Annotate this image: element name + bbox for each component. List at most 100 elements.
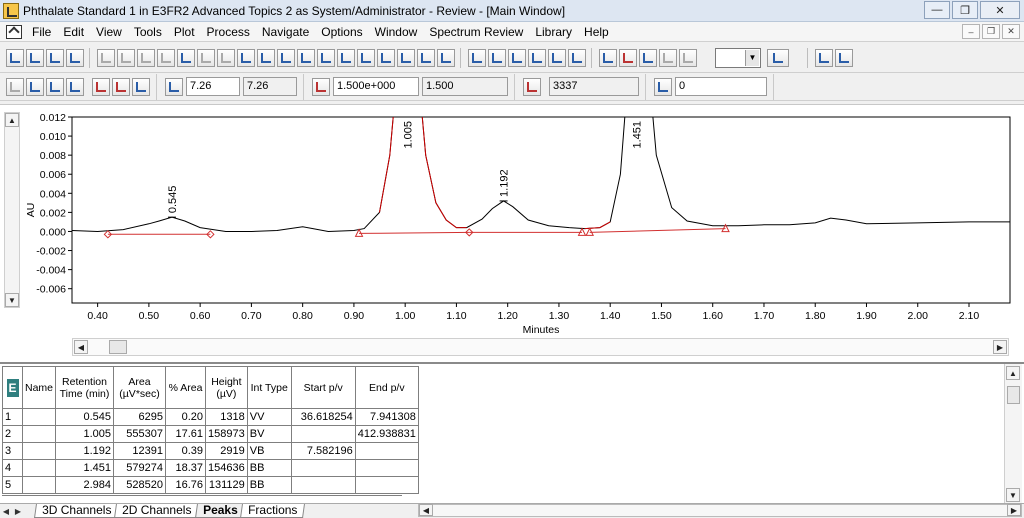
mdi-close-button[interactable]: ✕	[1002, 24, 1020, 39]
menu-view[interactable]: View	[90, 25, 128, 39]
time-max-input[interactable]: 7.26	[186, 77, 240, 96]
refresh-icon[interactable]	[137, 48, 155, 67]
view-result-icon[interactable]	[528, 48, 546, 67]
cell-rt[interactable]: 2.984	[55, 476, 115, 494]
menu-plot[interactable]: Plot	[168, 25, 201, 39]
cell-type[interactable]: BB	[246, 476, 292, 494]
menu-tools[interactable]: Tools	[128, 25, 168, 39]
cell-start[interactable]	[290, 425, 356, 443]
maximize-button[interactable]: ❐	[952, 1, 978, 19]
offset-input[interactable]: 0	[675, 77, 767, 96]
mdi-restore-button[interactable]: ❐	[982, 24, 1000, 39]
col-header-rt[interactable]: Retention Time (min)	[55, 366, 115, 409]
cell-n[interactable]: 4	[2, 459, 23, 477]
col-header-height[interactable]: Height (µV)	[205, 366, 248, 409]
cell-rt[interactable]: 1.451	[55, 459, 115, 477]
cell-area[interactable]: 6295	[113, 408, 167, 426]
plot-labels-icon[interactable]	[46, 77, 64, 96]
col-header-name[interactable]: Name	[21, 366, 57, 409]
col-header-start-pv[interactable]: Start p/v	[290, 366, 356, 409]
view-list-icon[interactable]	[508, 48, 526, 67]
table-row[interactable]: 2 1.005 555307 17.61 158973 BV 412.938831	[2, 425, 419, 443]
cell-n[interactable]: 2	[2, 425, 23, 443]
cell-start[interactable]	[290, 459, 356, 477]
table-row[interactable]: 1 0.545 6295 0.20 1318 VV 36.618254 7.941308	[2, 408, 419, 426]
table-row[interactable]: 3 1.192 12391 0.39 2919 VB 7.582196	[2, 442, 419, 460]
plot-events-icon[interactable]	[132, 77, 150, 96]
col-header-area[interactable]: Area (µV*sec)	[113, 366, 167, 409]
calibrate-icon[interactable]	[66, 48, 84, 67]
cell-n[interactable]: 1	[2, 408, 23, 426]
cell-end[interactable]: 7.941308	[354, 408, 419, 426]
spectrum-icon[interactable]	[397, 48, 415, 67]
plot-markers-icon[interactable]	[66, 77, 84, 96]
plot-peaks-icon[interactable]	[26, 77, 44, 96]
minimize-button[interactable]: —	[924, 1, 950, 19]
preview-icon[interactable]	[679, 48, 697, 67]
autoscale-icon[interactable]	[357, 48, 375, 67]
plot-chrom-icon[interactable]	[6, 77, 24, 96]
pointer-icon[interactable]	[177, 48, 195, 67]
cell-end[interactable]	[354, 476, 419, 494]
table-corner[interactable]: E	[2, 366, 23, 409]
menu-library[interactable]: Library	[529, 25, 578, 39]
chart-horizontal-scrollbar[interactable]: ◀ ▶	[72, 338, 1009, 356]
view-method-icon[interactable]	[568, 48, 586, 67]
cell-type[interactable]: VB	[246, 442, 292, 460]
save-icon[interactable]	[26, 48, 44, 67]
scroll-thumb[interactable]	[109, 340, 127, 354]
zoom-out-icon[interactable]	[297, 48, 315, 67]
cell-pct[interactable]: 0.20	[165, 408, 207, 426]
cell-height[interactable]: 158973	[205, 425, 248, 443]
tab-2d-channels[interactable]: 2D Channels	[114, 503, 200, 518]
cell-type[interactable]: VV	[246, 408, 292, 426]
cell-type[interactable]: BV	[246, 425, 292, 443]
cell-area[interactable]: 528520	[113, 476, 167, 494]
table-vertical-scrollbar[interactable]: ▲ ▼	[1004, 364, 1022, 504]
overlay-icon[interactable]	[317, 48, 335, 67]
menu-spectrum-review[interactable]: Spectrum Review	[423, 25, 529, 39]
time-scale-icon[interactable]	[165, 77, 183, 96]
chart-vertical-scrollbar[interactable]: ▲ ▼	[4, 112, 20, 308]
col-header-pct-area[interactable]: % Area	[165, 366, 207, 409]
cell-rt[interactable]: 0.545	[55, 408, 115, 426]
undo-icon[interactable]	[237, 48, 255, 67]
zoom-icon[interactable]	[277, 48, 295, 67]
table-scroll-right-icon[interactable]: ▶	[1007, 504, 1021, 516]
tile-window-icon[interactable]	[835, 48, 853, 67]
mdi-minimize-button[interactable]: –	[962, 24, 980, 39]
table-row[interactable]: 5 2.984 528520 16.76 131129 BB	[2, 476, 419, 494]
au-max-input[interactable]: 1.500e+000	[333, 77, 419, 96]
table-horizontal-scrollbar[interactable]: ◀ ▶	[418, 504, 1022, 517]
col-header-int-type[interactable]: Int Type	[246, 366, 292, 409]
cell-start[interactable]: 7.582196	[290, 442, 356, 460]
copy-window-icon[interactable]	[815, 48, 833, 67]
menu-process[interactable]: Process	[201, 25, 256, 39]
peak-icon[interactable]	[157, 48, 175, 67]
cell-pct[interactable]: 16.76	[165, 476, 207, 494]
tab-fractions[interactable]: Fractions	[240, 503, 306, 518]
menu-help[interactable]: Help	[578, 25, 615, 39]
open-icon[interactable]	[6, 48, 24, 67]
cell-height[interactable]: 131129	[205, 476, 248, 494]
cell-name[interactable]	[21, 476, 57, 494]
document-icon[interactable]	[6, 24, 22, 39]
cell-area[interactable]: 555307	[113, 425, 167, 443]
view-plot-icon[interactable]	[468, 48, 486, 67]
cell-area[interactable]: 12391	[113, 442, 167, 460]
menu-file[interactable]: File	[26, 25, 57, 39]
cell-height[interactable]: 154636	[205, 459, 248, 477]
check-icon[interactable]	[217, 48, 235, 67]
cell-pct[interactable]: 18.37	[165, 459, 207, 477]
scroll-right-icon[interactable]: ▶	[993, 340, 1007, 354]
cell-n[interactable]: 5	[2, 476, 23, 494]
cell-pct[interactable]: 0.39	[165, 442, 207, 460]
table-row[interactable]: 4 1.451 579274 18.37 154636 BB	[2, 459, 419, 477]
plot-baseline-icon[interactable]	[92, 77, 110, 96]
cell-start[interactable]: 36.618254	[290, 408, 356, 426]
cell-height[interactable]: 1318	[205, 408, 248, 426]
cell-rt[interactable]: 1.192	[55, 442, 115, 460]
redo-icon[interactable]	[257, 48, 275, 67]
cell-name[interactable]	[21, 408, 57, 426]
library-icon[interactable]	[437, 48, 455, 67]
